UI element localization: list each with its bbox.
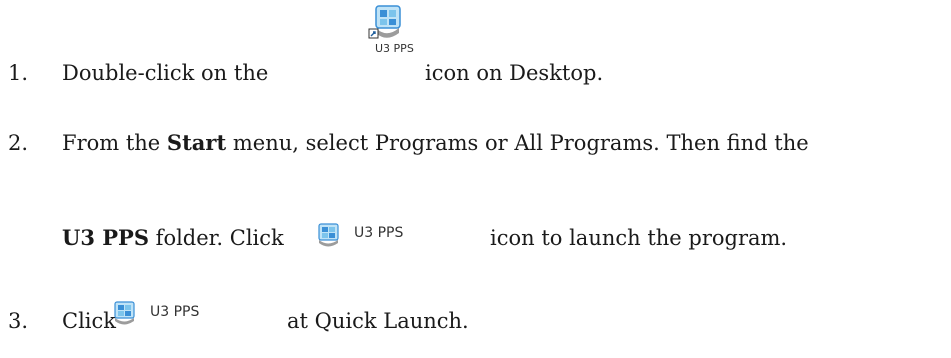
start-menu-ref: Start bbox=[166, 130, 227, 155]
step-2-line-2-after: icon to launch the program. bbox=[490, 226, 788, 250]
step-3-text-before: Click bbox=[62, 309, 116, 333]
step-3-text-after: at Quick Launch. bbox=[287, 309, 469, 333]
u3-pps-folder-ref: U3 PPS bbox=[62, 225, 149, 250]
step-1-number: 1. bbox=[8, 61, 29, 85]
u3-pps-program-icon[interactable] bbox=[316, 222, 342, 248]
step-3-number: 3. bbox=[8, 309, 29, 333]
step-2-number: 2. bbox=[8, 131, 29, 155]
u3-pps-shortcut-icon[interactable] bbox=[367, 2, 407, 42]
step-1-text-after: icon on Desktop. bbox=[425, 61, 604, 85]
step-2-line-2-start: U3 PPS folder. Click bbox=[62, 225, 284, 251]
u3-pps-shortcut-label: U3 PPS bbox=[375, 42, 414, 55]
step-2-text-before: From the bbox=[62, 131, 161, 155]
step-2-line-2-mid: folder. Click bbox=[155, 226, 284, 250]
u3-pps-quick-launch-label[interactable]: U3 PPS bbox=[150, 304, 199, 320]
step-1-text-before: Double-click on the bbox=[62, 61, 269, 85]
u3-pps-quick-launch-icon[interactable] bbox=[112, 300, 138, 326]
step-2-line-1: From the Start menu, select Programs or … bbox=[62, 130, 809, 156]
step-2-text-after: menu, select Programs or All Programs. T… bbox=[232, 131, 809, 155]
u3-pps-program-label[interactable]: U3 PPS bbox=[354, 225, 403, 241]
